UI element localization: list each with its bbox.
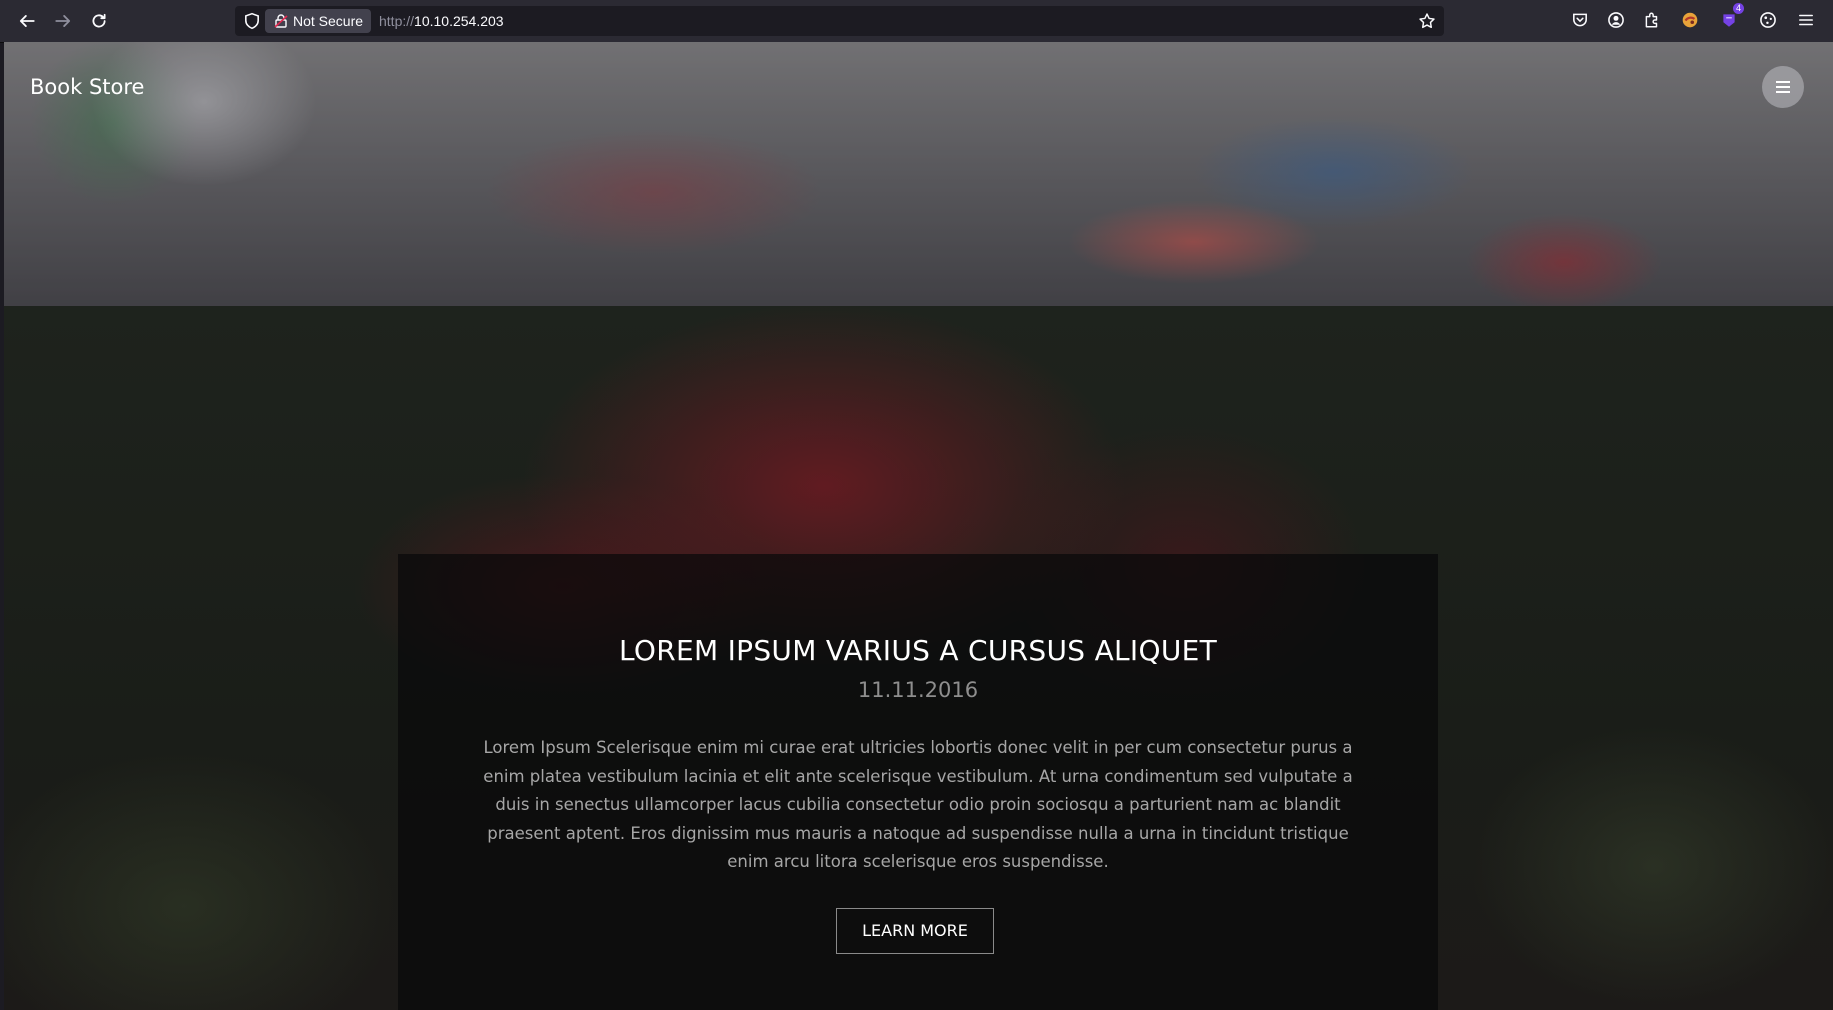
extension-icon[interactable]: 4 [1718,3,1744,31]
site-menu-button[interactable] [1762,66,1804,108]
hamburger-icon [1776,81,1790,93]
not-secure-badge[interactable]: Not Secure [265,9,372,33]
forward-icon[interactable] [50,8,76,34]
article-card: LOREM IPSUM VARIUS A CURSUS ALIQUET 11.1… [398,554,1438,1010]
extension-icon[interactable] [1679,9,1701,31]
hamburger-menu-icon[interactable] [1795,9,1817,31]
shield-icon[interactable] [243,12,261,30]
article-title: LOREM IPSUM VARIUS A CURSUS ALIQUET [618,634,1218,667]
bookmark-star-icon[interactable] [1418,12,1436,30]
back-icon[interactable] [14,8,40,34]
url-text[interactable]: http://10.10.254.203 [379,6,504,36]
url-host: 10.10.254.203 [414,13,504,29]
url-protocol: http:// [379,13,415,29]
header-banner-image [4,42,1833,306]
not-secure-label: Not Secure [293,13,364,29]
article-body: Lorem Ipsum Scelerisque enim mi curae er… [483,738,1353,872]
browser-toolbar: Not Secure http://10.10.254.203 4 [0,0,1833,43]
page-viewport: Book Store LOREM IPSUM VARIUS A CURSUS A… [4,42,1833,1010]
extensions-icon[interactable] [1641,9,1663,31]
extension-badge: 4 [1732,3,1744,14]
account-icon[interactable] [1605,9,1627,31]
learn-more-button[interactable]: LEARN MORE [836,908,994,954]
lock-icon [274,14,288,28]
article-date: 11.11.2016 [857,678,979,702]
pocket-icon[interactable] [1569,9,1591,31]
reload-icon[interactable] [86,8,112,34]
site-brand[interactable]: Book Store [30,75,144,99]
url-bar[interactable]: Not Secure http://10.10.254.203 [235,6,1444,36]
extension-icon[interactable] [1757,9,1779,31]
